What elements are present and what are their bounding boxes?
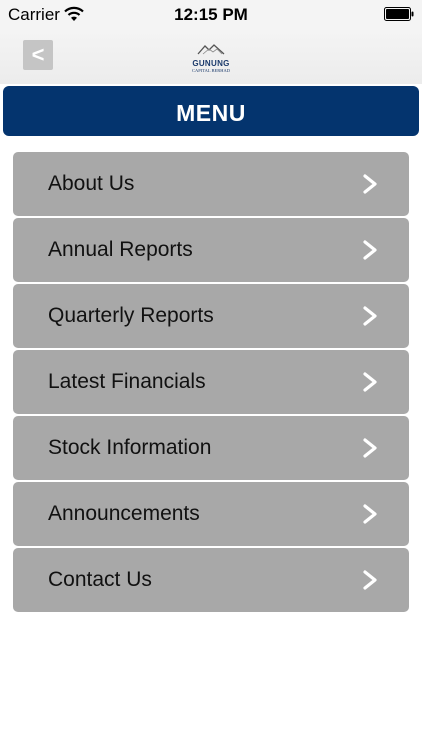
logo-subtitle: CAPITAL BERHAD — [191, 68, 231, 73]
battery-icon — [384, 7, 414, 21]
menu-item-label: Quarterly Reports — [48, 304, 214, 327]
app-screen: Carrier 12:15 PM < GUNUNG CAPITAL BERHAD… — [0, 0, 422, 750]
chevron-right-icon — [363, 240, 377, 260]
menu-item-stock-information[interactable]: Stock Information — [13, 416, 409, 480]
menu-item-label: Contact Us — [48, 568, 152, 591]
chevron-right-icon — [363, 174, 377, 194]
menu-item-announcements[interactable]: Announcements — [13, 482, 409, 546]
navigation-bar: < GUNUNG CAPITAL BERHAD — [0, 30, 422, 84]
back-button[interactable]: < — [23, 40, 53, 70]
menu-list: About Us Annual Reports Quarterly Report… — [13, 152, 409, 614]
chevron-left-icon: < — [31, 42, 45, 67]
status-bar: Carrier 12:15 PM — [0, 0, 422, 30]
chevron-right-icon — [363, 570, 377, 590]
status-time: 12:15 PM — [174, 5, 248, 24]
menu-item-label: Announcements — [48, 502, 200, 525]
menu-item-latest-financials[interactable]: Latest Financials — [13, 350, 409, 414]
mountain-logo-icon — [197, 44, 225, 55]
menu-item-quarterly-reports[interactable]: Quarterly Reports — [13, 284, 409, 348]
menu-item-about-us[interactable]: About Us — [13, 152, 409, 216]
chevron-right-icon — [363, 438, 377, 458]
menu-item-label: Annual Reports — [48, 238, 193, 261]
chevron-right-icon — [363, 372, 377, 392]
logo-name: GUNUNG — [192, 59, 230, 68]
chevron-right-icon — [363, 504, 377, 524]
menu-item-label: Latest Financials — [48, 370, 206, 393]
menu-item-label: About Us — [48, 172, 135, 195]
company-logo: GUNUNG CAPITAL BERHAD — [188, 42, 234, 73]
menu-item-contact-us[interactable]: Contact Us — [13, 548, 409, 612]
menu-item-annual-reports[interactable]: Annual Reports — [13, 218, 409, 282]
menu-title: MENU — [3, 86, 419, 136]
chevron-right-icon — [363, 306, 377, 326]
menu-item-label: Stock Information — [48, 436, 212, 459]
